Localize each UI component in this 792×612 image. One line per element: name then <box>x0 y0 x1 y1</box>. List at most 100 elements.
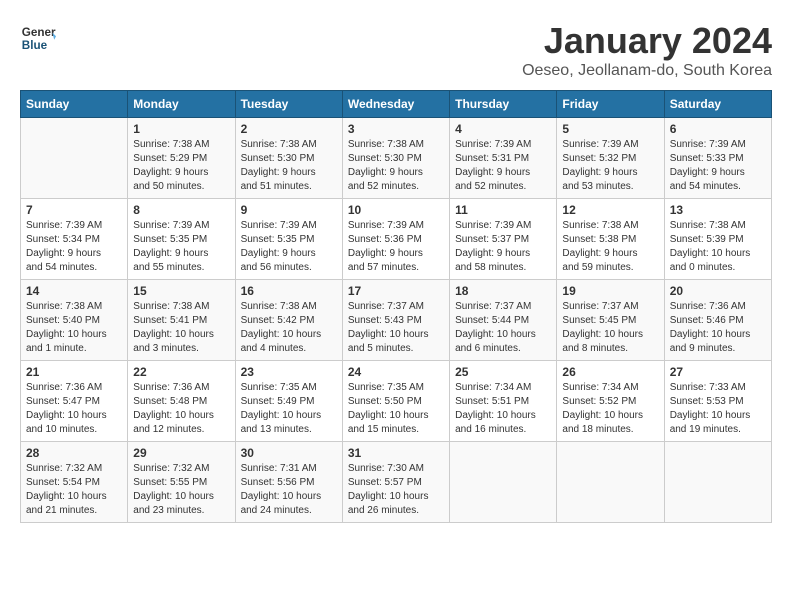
day-info: Sunrise: 7:34 AM Sunset: 5:51 PM Dayligh… <box>455 381 551 437</box>
calendar-cell: 13 Sunrise: 7:38 AM Sunset: 5:39 PM Dayli… <box>664 199 771 280</box>
day-number: 24 <box>348 365 444 379</box>
day-info: Sunrise: 7:31 AM Sunset: 5:56 PM Dayligh… <box>241 462 337 518</box>
title-block: January 2024 Oeseo, Jeollanam-do, South … <box>522 20 772 80</box>
day-of-week-header: Sunday <box>21 91 128 118</box>
day-info: Sunrise: 7:38 AM Sunset: 5:41 PM Dayligh… <box>133 300 229 356</box>
day-number: 13 <box>670 203 766 217</box>
calendar-cell: 4 Sunrise: 7:39 AM Sunset: 5:31 PM Daylig… <box>450 118 557 199</box>
calendar-cell: 1 Sunrise: 7:38 AM Sunset: 5:29 PM Daylig… <box>128 118 235 199</box>
calendar-cell: 19 Sunrise: 7:37 AM Sunset: 5:45 PM Dayli… <box>557 280 664 361</box>
calendar-cell: 21Sunrise: 7:36 AM Sunset: 5:47 PM Dayli… <box>21 361 128 442</box>
calendar-week-row: 28Sunrise: 7:32 AM Sunset: 5:54 PM Dayli… <box>21 442 772 523</box>
day-info: Sunrise: 7:34 AM Sunset: 5:52 PM Dayligh… <box>562 381 658 437</box>
day-number: 3 <box>348 122 444 136</box>
day-number: 18 <box>455 284 551 298</box>
day-number: 5 <box>562 122 658 136</box>
day-info: Sunrise: 7:39 AM Sunset: 5:35 PM Dayligh… <box>133 219 229 275</box>
day-info: Sunrise: 7:36 AM Sunset: 5:47 PM Dayligh… <box>26 381 122 437</box>
day-number: 22 <box>133 365 229 379</box>
svg-text:Blue: Blue <box>22 39 48 52</box>
day-number: 4 <box>455 122 551 136</box>
day-info: Sunrise: 7:35 AM Sunset: 5:50 PM Dayligh… <box>348 381 444 437</box>
day-info: Sunrise: 7:39 AM Sunset: 5:31 PM Dayligh… <box>455 138 551 194</box>
day-number: 19 <box>562 284 658 298</box>
calendar-cell: 23 Sunrise: 7:35 AM Sunset: 5:49 PM Dayli… <box>235 361 342 442</box>
calendar-cell: 27Sunrise: 7:33 AM Sunset: 5:53 PM Dayli… <box>664 361 771 442</box>
calendar-week-row: 1 Sunrise: 7:38 AM Sunset: 5:29 PM Daylig… <box>21 118 772 199</box>
calendar-cell: 3 Sunrise: 7:38 AM Sunset: 5:30 PM Daylig… <box>342 118 449 199</box>
day-number: 29 <box>133 446 229 460</box>
calendar-cell: 30 Sunrise: 7:31 AM Sunset: 5:56 PM Dayli… <box>235 442 342 523</box>
day-info: Sunrise: 7:36 AM Sunset: 5:48 PM Dayligh… <box>133 381 229 437</box>
calendar-cell: 5 Sunrise: 7:39 AM Sunset: 5:32 PM Daylig… <box>557 118 664 199</box>
day-number: 28 <box>26 446 122 460</box>
day-number: 9 <box>241 203 337 217</box>
day-info: Sunrise: 7:39 AM Sunset: 5:33 PM Dayligh… <box>670 138 766 194</box>
day-number: 30 <box>241 446 337 460</box>
day-number: 2 <box>241 122 337 136</box>
day-info: Sunrise: 7:38 AM Sunset: 5:39 PM Dayligh… <box>670 219 766 275</box>
day-of-week-header: Monday <box>128 91 235 118</box>
calendar-cell <box>21 118 128 199</box>
day-info: Sunrise: 7:37 AM Sunset: 5:43 PM Dayligh… <box>348 300 444 356</box>
day-number: 15 <box>133 284 229 298</box>
day-number: 12 <box>562 203 658 217</box>
day-number: 16 <box>241 284 337 298</box>
day-info: Sunrise: 7:35 AM Sunset: 5:49 PM Dayligh… <box>241 381 337 437</box>
calendar-cell: 25Sunrise: 7:34 AM Sunset: 5:51 PM Dayli… <box>450 361 557 442</box>
day-info: Sunrise: 7:30 AM Sunset: 5:57 PM Dayligh… <box>348 462 444 518</box>
day-number: 11 <box>455 203 551 217</box>
day-info: Sunrise: 7:38 AM Sunset: 5:29 PM Dayligh… <box>133 138 229 194</box>
day-info: Sunrise: 7:38 AM Sunset: 5:38 PM Dayligh… <box>562 219 658 275</box>
calendar-cell: 28Sunrise: 7:32 AM Sunset: 5:54 PM Dayli… <box>21 442 128 523</box>
calendar-week-row: 14Sunrise: 7:38 AM Sunset: 5:40 PM Dayli… <box>21 280 772 361</box>
day-number: 6 <box>670 122 766 136</box>
day-info: Sunrise: 7:38 AM Sunset: 5:30 PM Dayligh… <box>241 138 337 194</box>
logo-icon: General Blue <box>20 20 56 56</box>
day-info: Sunrise: 7:39 AM Sunset: 5:34 PM Dayligh… <box>26 219 122 275</box>
day-number: 7 <box>26 203 122 217</box>
calendar-cell: 15 Sunrise: 7:38 AM Sunset: 5:41 PM Dayli… <box>128 280 235 361</box>
calendar-cell: 18 Sunrise: 7:37 AM Sunset: 5:44 PM Dayli… <box>450 280 557 361</box>
calendar-cell: 24 Sunrise: 7:35 AM Sunset: 5:50 PM Dayli… <box>342 361 449 442</box>
calendar-cell: 26 Sunrise: 7:34 AM Sunset: 5:52 PM Dayli… <box>557 361 664 442</box>
day-info: Sunrise: 7:39 AM Sunset: 5:36 PM Dayligh… <box>348 219 444 275</box>
day-info: Sunrise: 7:32 AM Sunset: 5:55 PM Dayligh… <box>133 462 229 518</box>
calendar-cell: 10 Sunrise: 7:39 AM Sunset: 5:36 PM Dayli… <box>342 199 449 280</box>
svg-text:General: General <box>22 26 56 39</box>
day-of-week-header: Wednesday <box>342 91 449 118</box>
calendar-cell: 16 Sunrise: 7:38 AM Sunset: 5:42 PM Dayli… <box>235 280 342 361</box>
location-subtitle: Oeseo, Jeollanam-do, South Korea <box>522 62 772 80</box>
calendar-table: SundayMondayTuesdayWednesdayThursdayFrid… <box>20 90 772 523</box>
day-info: Sunrise: 7:39 AM Sunset: 5:37 PM Dayligh… <box>455 219 551 275</box>
calendar-cell <box>557 442 664 523</box>
calendar-cell: 31 Sunrise: 7:30 AM Sunset: 5:57 PM Dayli… <box>342 442 449 523</box>
day-number: 20 <box>670 284 766 298</box>
day-of-week-header: Thursday <box>450 91 557 118</box>
calendar-week-row: 7 Sunrise: 7:39 AM Sunset: 5:34 PM Daylig… <box>21 199 772 280</box>
calendar-cell: 8Sunrise: 7:39 AM Sunset: 5:35 PM Daylig… <box>128 199 235 280</box>
day-number: 17 <box>348 284 444 298</box>
day-number: 1 <box>133 122 229 136</box>
calendar-cell: 17 Sunrise: 7:37 AM Sunset: 5:43 PM Dayli… <box>342 280 449 361</box>
day-info: Sunrise: 7:37 AM Sunset: 5:45 PM Dayligh… <box>562 300 658 356</box>
days-header-row: SundayMondayTuesdayWednesdayThursdayFrid… <box>21 91 772 118</box>
month-title: January 2024 <box>522 20 772 62</box>
day-info: Sunrise: 7:37 AM Sunset: 5:44 PM Dayligh… <box>455 300 551 356</box>
day-number: 26 <box>562 365 658 379</box>
day-number: 31 <box>348 446 444 460</box>
calendar-cell: 6 Sunrise: 7:39 AM Sunset: 5:33 PM Daylig… <box>664 118 771 199</box>
day-of-week-header: Saturday <box>664 91 771 118</box>
day-number: 10 <box>348 203 444 217</box>
calendar-cell: 11 Sunrise: 7:39 AM Sunset: 5:37 PM Dayli… <box>450 199 557 280</box>
header: General Blue January 2024 Oeseo, Jeollan… <box>20 20 772 80</box>
day-number: 27 <box>670 365 766 379</box>
day-info: Sunrise: 7:38 AM Sunset: 5:30 PM Dayligh… <box>348 138 444 194</box>
day-of-week-header: Tuesday <box>235 91 342 118</box>
day-info: Sunrise: 7:39 AM Sunset: 5:32 PM Dayligh… <box>562 138 658 194</box>
day-info: Sunrise: 7:38 AM Sunset: 5:40 PM Dayligh… <box>26 300 122 356</box>
calendar-week-row: 21Sunrise: 7:36 AM Sunset: 5:47 PM Dayli… <box>21 361 772 442</box>
day-info: Sunrise: 7:39 AM Sunset: 5:35 PM Dayligh… <box>241 219 337 275</box>
day-number: 23 <box>241 365 337 379</box>
day-info: Sunrise: 7:38 AM Sunset: 5:42 PM Dayligh… <box>241 300 337 356</box>
